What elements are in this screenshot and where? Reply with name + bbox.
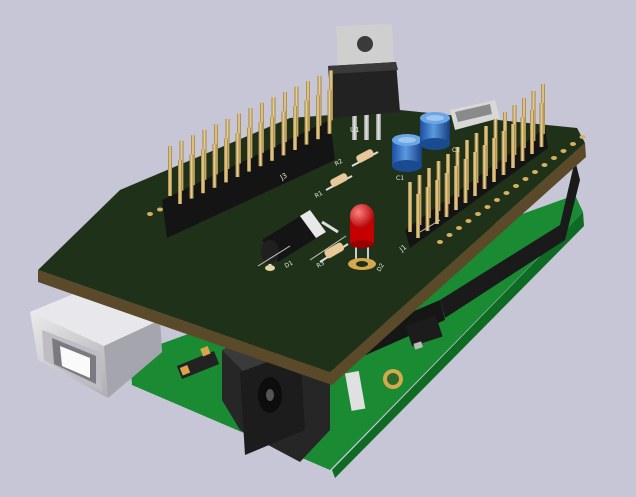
header-pin <box>539 103 544 147</box>
label-u1: U1 <box>350 126 360 134</box>
regulator-tab-hole <box>357 36 373 52</box>
header-pin <box>473 152 477 196</box>
solder-pad <box>484 205 491 209</box>
header-pin <box>293 106 297 150</box>
header-pin <box>212 143 217 188</box>
header-pin <box>501 131 506 175</box>
header-pin <box>425 187 430 231</box>
header-pin <box>168 146 172 196</box>
header-pin <box>201 149 205 194</box>
header-pin <box>327 89 332 134</box>
solder-pad <box>157 207 163 212</box>
solder-pad <box>456 226 462 230</box>
header-pin <box>178 160 182 204</box>
header-pin <box>224 138 228 183</box>
header-pin <box>435 180 439 224</box>
header-pin <box>258 122 263 167</box>
solder-pad <box>579 135 586 139</box>
header-pin <box>454 166 458 210</box>
solder-pad <box>465 219 472 223</box>
solder-pad <box>437 240 443 244</box>
solder-pad <box>494 198 500 202</box>
header-pin <box>408 182 412 232</box>
solder-pad <box>522 177 529 181</box>
header-pin <box>247 127 251 172</box>
solder-pad <box>560 149 567 153</box>
header-pin <box>482 145 487 189</box>
header-pin <box>270 116 274 161</box>
solder-pad <box>532 170 538 174</box>
header-pin <box>530 110 534 154</box>
header-pin <box>492 138 496 182</box>
solder-pad <box>551 156 557 160</box>
solder-pad <box>147 212 153 216</box>
solder-pad <box>541 163 548 167</box>
pcb-3d-render: U1 J3 J1 C1 C2 R1 R2 R3 D1 D2 <box>30 24 586 478</box>
solder-pad <box>475 212 481 216</box>
header-pin <box>304 100 309 145</box>
solder-pad <box>570 142 576 146</box>
solder-pad <box>446 233 453 237</box>
header-pin <box>511 124 515 168</box>
label-c1: C1 <box>396 175 404 182</box>
header-pin <box>316 95 320 140</box>
header-pin <box>416 194 420 238</box>
solder-pad <box>513 184 519 188</box>
header-pin <box>189 154 194 199</box>
header-pin <box>520 117 525 161</box>
header-pin <box>463 159 468 203</box>
header-pin <box>235 133 240 177</box>
solder-pad <box>503 191 510 195</box>
header-pin <box>444 173 449 217</box>
header-pin <box>281 111 286 156</box>
label-c2: C2 <box>452 147 460 154</box>
